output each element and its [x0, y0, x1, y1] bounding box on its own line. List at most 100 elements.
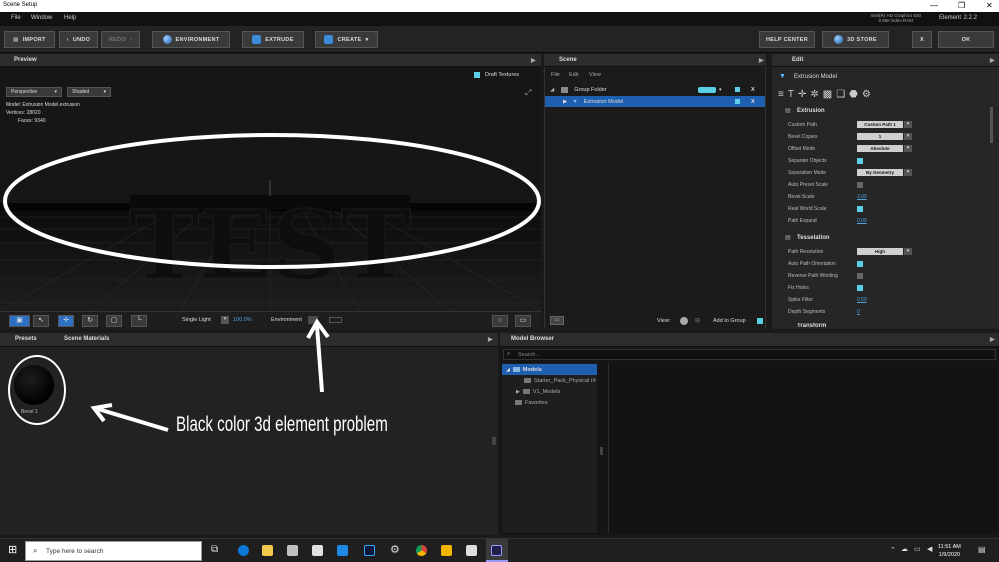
- download-icon[interactable]: [337, 545, 348, 556]
- notifications-icon[interactable]: ▤: [978, 545, 986, 554]
- layers-icon[interactable]: ≡: [778, 89, 788, 100]
- restore-icon[interactable]: ❐: [958, 1, 965, 10]
- gear-small-icon[interactable]: ✲: [810, 89, 822, 100]
- tray-chevron-icon[interactable]: ⌃: [890, 546, 896, 554]
- scene-menu-view[interactable]: View: [589, 72, 601, 78]
- text-icon[interactable]: T: [788, 89, 798, 100]
- photoshop-icon[interactable]: [364, 545, 375, 556]
- extrude-button[interactable]: EXTRUDE: [242, 31, 304, 48]
- spike-filter-value[interactable]: 0.50: [857, 297, 867, 303]
- auto-preset-scale-checkbox[interactable]: [857, 182, 863, 188]
- panel-arrow-icon[interactable]: ▶: [990, 57, 995, 64]
- scale-tool-icon[interactable]: ▢: [106, 315, 122, 327]
- environment-button[interactable]: ENVIRONMENT: [152, 31, 230, 48]
- group-icon[interactable]: ❏: [836, 89, 849, 100]
- minimize-icon[interactable]: —: [930, 1, 938, 10]
- path-expand-value[interactable]: 0.00: [857, 218, 867, 224]
- draft-textures-checkbox[interactable]: [474, 72, 480, 78]
- tab-scene-materials[interactable]: Scene Materials: [64, 336, 109, 342]
- chevron-down-icon[interactable]: ▾: [904, 169, 912, 176]
- delete-button[interactable]: X: [751, 99, 755, 105]
- add-to-group-checkbox[interactable]: [757, 318, 763, 324]
- file-explorer-icon[interactable]: [262, 545, 273, 556]
- material-swatch[interactable]: [14, 365, 54, 405]
- create-button[interactable]: CREATE ▾: [315, 31, 378, 48]
- panel-arrow-icon[interactable]: ▶: [488, 336, 493, 343]
- splitter-handle[interactable]: [492, 437, 496, 445]
- expand-icon[interactable]: ⤢: [525, 88, 531, 98]
- reverse-path-winding-checkbox[interactable]: [857, 273, 863, 279]
- store-bag-icon[interactable]: [287, 545, 298, 556]
- search-field[interactable]: ⌕ Search...: [503, 349, 996, 360]
- environment-label[interactable]: Environment: [271, 317, 302, 323]
- menu-window[interactable]: Window: [31, 15, 52, 21]
- system-clock[interactable]: 11:51 AM 1/9/2020: [938, 543, 961, 559]
- delete-button[interactable]: X: [751, 87, 755, 93]
- chevron-down-icon[interactable]: ▾: [221, 316, 229, 324]
- mail-icon[interactable]: [312, 545, 323, 556]
- splitter-handle[interactable]: [600, 447, 603, 455]
- path-resolution-dropdown[interactable]: High: [857, 248, 903, 255]
- tesselation-section-title[interactable]: Tesselation: [797, 235, 830, 241]
- depth-segments-value[interactable]: 0: [857, 309, 860, 315]
- scene-row-group-folder[interactable]: ◢ Group Folder ▾ X: [545, 84, 765, 95]
- cloud-icon[interactable]: ☁: [901, 545, 908, 553]
- taskbar-active-app[interactable]: [486, 539, 508, 562]
- render-sphere-icon[interactable]: ○: [492, 315, 508, 327]
- camera-tool-icon[interactable]: ▣: [9, 315, 30, 327]
- panel-arrow-icon[interactable]: ▶: [531, 57, 536, 64]
- row-checkbox[interactable]: [735, 87, 740, 92]
- monitor-icon[interactable]: ▭: [515, 315, 531, 327]
- view-sphere-icon[interactable]: [680, 317, 688, 325]
- chevron-down-icon[interactable]: ▾: [904, 121, 912, 128]
- tree-item-v1-models[interactable]: ▶ V1_Models: [502, 386, 597, 397]
- material-icon[interactable]: ▩: [823, 89, 836, 100]
- help-center-button[interactable]: HELP CENTER: [759, 31, 815, 48]
- network-icon[interactable]: ▭: [914, 545, 921, 553]
- edit-scrollbar[interactable]: [990, 107, 993, 143]
- close-icon[interactable]: ✕: [986, 1, 993, 10]
- shading-dropdown[interactable]: Shaded ▾: [67, 87, 111, 97]
- tree-item-models[interactable]: ◢ Models: [502, 364, 597, 375]
- menu-file[interactable]: File: [11, 15, 21, 21]
- add-to-group-button[interactable]: Add to Group: [713, 318, 746, 324]
- 3d-viewport[interactable]: TEST Draft Textures Perspective ▾ Shaded ▾…: [0, 67, 541, 311]
- tree-item-starter-pack[interactable]: Starter_Pack_Physical (4: [502, 375, 597, 386]
- visibility-toggle[interactable]: [698, 86, 716, 93]
- chevron-down-icon[interactable]: ▾: [904, 133, 912, 140]
- separate-objects-checkbox[interactable]: [857, 158, 863, 164]
- windows-start-icon[interactable]: ⊞: [8, 543, 17, 556]
- custom-path-dropdown[interactable]: Custom Path 1: [857, 121, 903, 128]
- transform-icon[interactable]: ✛: [798, 89, 810, 100]
- camera-dropdown[interactable]: Perspective ▾: [6, 87, 62, 97]
- view-grid-icon[interactable]: ⊞: [695, 317, 700, 324]
- animate-icon[interactable]: ⬣: [849, 89, 862, 100]
- chrome-icon[interactable]: [416, 545, 427, 556]
- cancel-button[interactable]: X: [912, 31, 932, 48]
- sticky-notes-icon[interactable]: [441, 545, 452, 556]
- select-tool-icon[interactable]: ↖: [33, 315, 49, 327]
- new-folder-icon[interactable]: ▭: [550, 316, 564, 325]
- task-view-icon[interactable]: ⧉: [211, 544, 218, 555]
- scene-row-extrusion-model[interactable]: ▶ ▼ Extrusion Model X: [545, 96, 765, 107]
- light-mode-label[interactable]: Single Light: [182, 317, 211, 323]
- chevron-down-icon[interactable]: ▾: [904, 145, 912, 152]
- clapperboard-icon[interactable]: [466, 545, 477, 556]
- redo-button[interactable]: REDO ›: [101, 31, 140, 48]
- volume-icon[interactable]: ◀: [927, 545, 932, 553]
- chevron-down-icon[interactable]: ▾: [904, 248, 912, 255]
- real-world-scale-checkbox[interactable]: [857, 206, 863, 212]
- tab-presets[interactable]: Presets: [15, 336, 37, 342]
- light-intensity-value[interactable]: 100.0%: [233, 317, 252, 323]
- tree-item-favorites[interactable]: Favorites: [502, 397, 597, 408]
- bevel-copies-input[interactable]: 1: [857, 133, 903, 140]
- bevel-scale-value[interactable]: 3.00: [857, 194, 867, 200]
- separation-mode-dropdown[interactable]: By Geometry: [857, 169, 903, 176]
- import-button[interactable]: ▤ IMPORT: [4, 31, 55, 48]
- taskbar-search[interactable]: ⌕ Type here to search: [25, 541, 202, 561]
- chevron-down-icon[interactable]: ▾: [719, 87, 722, 93]
- settings-gear-icon[interactable]: ⚙: [390, 543, 400, 556]
- expand-arrow-icon[interactable]: ▶: [563, 99, 567, 105]
- rotate-tool-icon[interactable]: ↻: [82, 315, 98, 327]
- move-tool-icon[interactable]: ✛: [58, 315, 74, 327]
